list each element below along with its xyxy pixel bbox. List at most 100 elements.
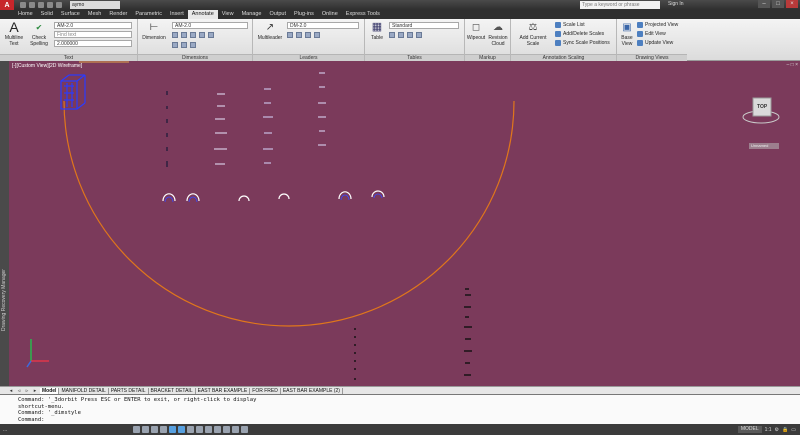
tab-surface[interactable]: Surface [57,10,84,19]
add-leader-icon[interactable] [287,32,293,38]
minimize-icon[interactable]: – [758,0,770,8]
selection-cycling-icon[interactable] [241,426,248,433]
ducs-icon[interactable] [196,426,203,433]
drawing-recovery-palette[interactable]: Drawing Recovery Manager [0,61,9,388]
osnap-icon[interactable] [169,426,176,433]
sign-in-link[interactable]: Sign In [668,1,684,7]
workspace-switch-icon[interactable]: ⚙ [775,427,779,433]
drawing-views-panel-title[interactable]: Drawing Views [617,54,687,61]
leaders-panel-title[interactable]: Leaders [253,54,364,61]
base-view-button[interactable]: ▣ Base View [619,21,635,47]
tab-manage[interactable]: Manage [238,10,266,19]
tab-insert[interactable]: Insert [166,10,188,19]
dim-continue-icon[interactable] [181,42,187,48]
dimensions-panel-title[interactable]: Dimensions [138,54,252,61]
tab-annotate[interactable]: Annotate [187,10,218,19]
clean-screen-icon[interactable]: ▭ [791,427,796,433]
new-icon[interactable] [20,2,26,8]
lock-icon[interactable]: 🔒 [782,427,788,433]
save-icon[interactable] [38,2,44,8]
redo-icon[interactable] [56,2,62,8]
viewcube-top-label[interactable]: TOP [757,104,767,110]
layout-tab-east-bar-example[interactable]: EAST BAR EXAMPLE [196,387,251,394]
upload-source-icon[interactable] [416,32,422,38]
quick-properties-icon[interactable] [232,426,239,433]
3dosnap-icon[interactable] [178,426,185,433]
dim-angular-icon[interactable] [190,32,196,38]
transparency-icon[interactable] [223,426,230,433]
dim-linear-icon[interactable] [172,32,178,38]
layout-tab-parts-detail[interactable]: PARTS DETAIL [109,387,149,394]
multiline-text-button[interactable]: A Multiline Text [3,20,25,47]
search-input[interactable]: Type a keyword or phrase [580,1,660,9]
dim-baseline-icon[interactable] [172,42,178,48]
tab-output[interactable]: Output [265,10,290,19]
tab-home[interactable]: Home [14,10,37,19]
tab-plug-ins[interactable]: Plug-ins [290,10,318,19]
lineweight-icon[interactable] [214,426,221,433]
dim-aligned-icon[interactable] [181,32,187,38]
snap-icon[interactable] [133,426,140,433]
scale-list-button[interactable]: Scale List [555,22,585,28]
undo-icon[interactable] [47,2,53,8]
tab-online[interactable]: Online [318,10,342,19]
open-icon[interactable] [29,2,35,8]
collect-leader-icon[interactable] [314,32,320,38]
revision-cloud-button[interactable]: ☁ Revision Cloud [487,21,509,47]
command-input[interactable]: Command: [18,417,45,424]
app-logo[interactable]: A [0,0,14,10]
add-current-scale-button[interactable]: ⚖ Add Current Scale [513,21,553,47]
dim-diameter-icon[interactable] [208,32,214,38]
drawing-canvas[interactable]: [-][Custom View][2D Wireframe] – □ × TOP… [9,61,800,388]
align-leader-icon[interactable] [305,32,311,38]
tab-mesh[interactable]: Mesh [84,10,105,19]
polar-icon[interactable] [160,426,167,433]
tab-express-tools[interactable]: Express Tools [342,10,384,19]
download-source-icon[interactable] [407,32,413,38]
dim-radius-icon[interactable] [199,32,205,38]
dyn-icon[interactable] [205,426,212,433]
remove-leader-icon[interactable] [296,32,302,38]
next-layout-icon[interactable]: ▹ [24,388,30,394]
add-delete-scales-button[interactable]: Add/Delete Scales [555,31,604,37]
link-data-icon[interactable] [389,32,395,38]
layout-tab-model[interactable]: Model [40,387,60,394]
close-icon[interactable]: × [786,0,798,8]
dim-break-icon[interactable] [190,42,196,48]
tab-solid[interactable]: Solid [37,10,57,19]
last-layout-icon[interactable]: ▸ [32,388,38,394]
grid-icon[interactable] [142,426,149,433]
first-layout-icon[interactable]: ◂ [8,388,14,394]
dimension-button[interactable]: ⊢ Dimension [141,21,167,42]
text-style-select[interactable]: AM-2.0 [54,22,132,29]
layout-tab-manifold-detail[interactable]: MANIFOLD DETAIL [59,387,109,394]
wipeout-button[interactable]: ◻ Wipeout [466,21,486,42]
update-view-button[interactable]: Update View [637,40,673,46]
layout-tab-east-bar-example-2[interactable]: EAST BAR EXAMPLE (2) [281,387,343,394]
sync-scale-positions-button[interactable]: Sync Scale Positions [555,40,610,46]
extract-data-icon[interactable] [398,32,404,38]
otrack-icon[interactable] [187,426,194,433]
layout-tab-bracket-detail[interactable]: BRACKET DETAIL [149,387,196,394]
text-height-input[interactable]: 2.000000 [54,40,132,47]
check-spelling-button[interactable]: ✔ Check Spelling [28,21,50,47]
annotation-scale[interactable]: 1:1 [765,427,772,433]
markup-panel-title[interactable]: Markup [465,54,510,61]
multileader-style-select[interactable]: DM-2.0 [287,22,359,29]
multileader-button[interactable]: ↗ Multileader [256,21,284,42]
find-text-input[interactable]: Find text [54,31,132,38]
table-style-select[interactable]: Standard [389,22,459,29]
maximize-icon[interactable]: □ [772,0,784,8]
table-button[interactable]: ▦ Table [368,21,386,42]
tables-panel-title[interactable]: Tables [365,54,464,61]
ortho-icon[interactable] [151,426,158,433]
edit-view-button[interactable]: Edit View [637,31,666,37]
wcs-menu[interactable]: Unnamed [749,143,779,149]
tab-parametric[interactable]: Parametric [131,10,166,19]
tab-render[interactable]: Render [105,10,131,19]
dimension-style-select[interactable]: AM-2.0 [172,22,248,29]
tab-view[interactable]: View [218,10,238,19]
model-space-button[interactable]: MODEL [737,426,762,433]
layout-tab-for-fred[interactable]: FOR FRED [250,387,281,394]
annotation-scaling-panel-title[interactable]: Annotation Scaling [511,54,616,61]
